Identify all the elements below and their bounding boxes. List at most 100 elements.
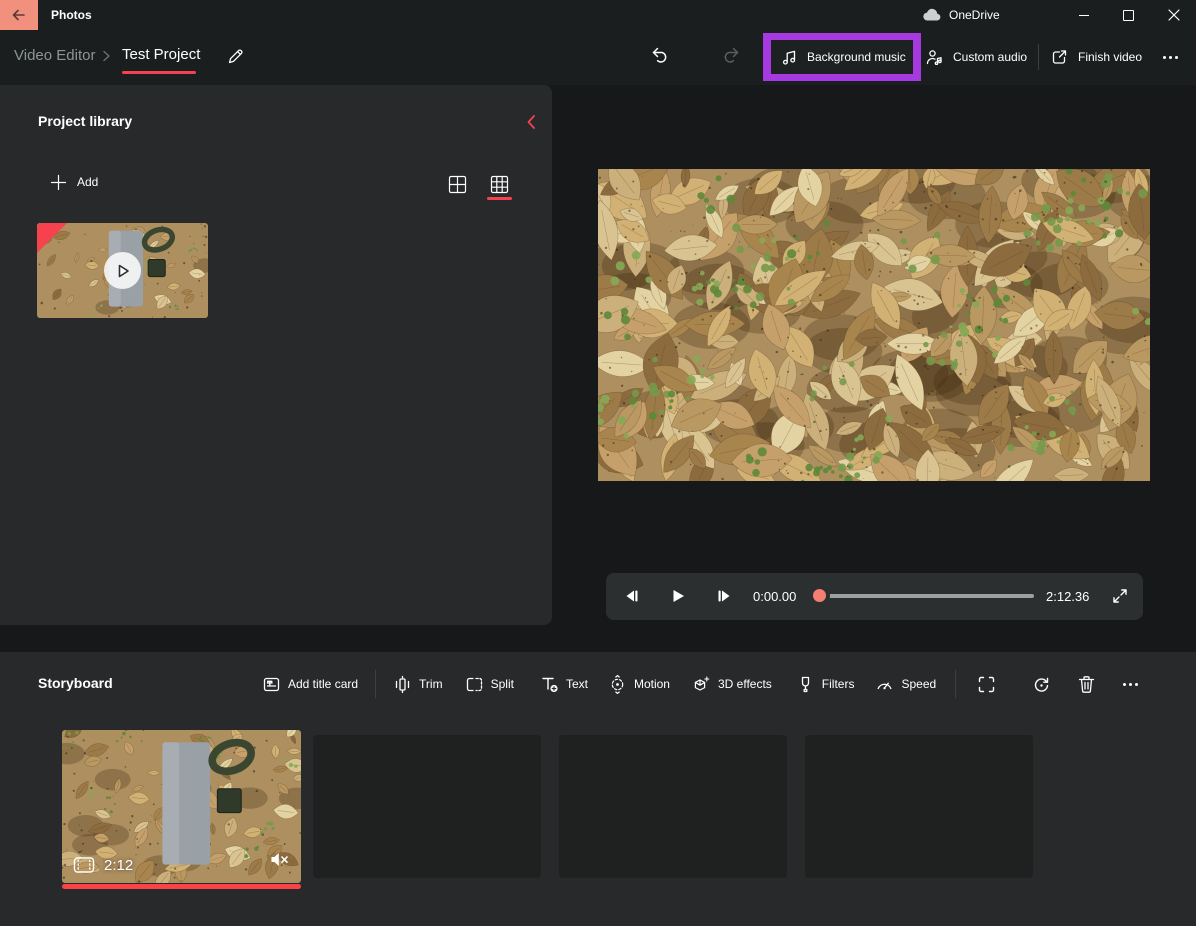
window-controls <box>1061 0 1196 30</box>
previous-frame-icon <box>626 590 638 602</box>
breadcrumb-project-name[interactable]: Test Project <box>122 46 200 63</box>
breadcrumb-video-editor[interactable]: Video Editor <box>14 47 95 64</box>
onedrive-label: OneDrive <box>949 8 1000 22</box>
next-frame-button[interactable] <box>710 582 738 610</box>
clip-mute-badge[interactable] <box>269 851 290 873</box>
filters-button[interactable]: Filters <box>796 675 855 694</box>
trim-button[interactable]: Trim <box>393 675 443 694</box>
split-label: Split <box>490 677 514 691</box>
finish-video-button[interactable]: Finish video <box>1050 41 1142 73</box>
speed-icon <box>878 682 892 689</box>
film-strip-icon <box>73 857 95 873</box>
project-name-underline <box>122 71 196 74</box>
play-icon <box>118 264 129 277</box>
filters-label: Filters <box>821 677 855 691</box>
project-library-title: Project library <box>38 113 133 129</box>
grid-2x2-icon <box>448 175 466 193</box>
text-label: Text <box>565 677 588 691</box>
close-icon <box>1167 9 1180 21</box>
trash-icon <box>1078 675 1094 693</box>
ellipsis-icon <box>1122 682 1138 686</box>
rotate-icon <box>1034 677 1048 692</box>
play-button[interactable] <box>664 582 692 610</box>
clip-duration: 2:12 <box>104 856 134 874</box>
person-music-icon <box>926 49 942 65</box>
cloud-icon <box>923 8 941 21</box>
current-time: 0:00.00 <box>753 589 797 604</box>
undo-button[interactable] <box>646 42 674 70</box>
speed-label: Speed <box>901 677 937 691</box>
video-preview[interactable] <box>598 169 1150 481</box>
add-media-button[interactable]: Add <box>50 167 98 197</box>
finish-video-label: Finish video <box>1078 50 1143 64</box>
3d-effects-label: 3D effects <box>717 677 772 691</box>
minimize-button[interactable] <box>1061 0 1106 30</box>
delete-button[interactable] <box>1072 670 1100 698</box>
library-video-thumbnail[interactable] <box>37 223 208 318</box>
3d-effects-button[interactable]: 3D effects <box>692 675 772 694</box>
title-bar: Photos OneDrive <box>0 0 1196 30</box>
storyboard-more-button[interactable] <box>1116 670 1144 698</box>
rename-project-button[interactable] <box>219 40 251 72</box>
music-note-icon <box>782 50 796 65</box>
grid-3x3-icon <box>490 175 508 193</box>
trim-label: Trim <box>419 677 443 691</box>
play-icon <box>673 590 684 602</box>
speed-button[interactable]: Speed <box>875 675 936 694</box>
clip-selected-indicator <box>62 884 301 889</box>
filters-icon <box>801 676 809 692</box>
text-icon <box>542 677 558 692</box>
add-title-card-label: Add title card <box>288 677 359 691</box>
collapse-panel-button[interactable] <box>518 109 544 135</box>
storyboard-empty-slot <box>559 735 787 878</box>
aspect-fit-button[interactable] <box>972 670 1000 698</box>
video-preview-frame <box>598 169 1150 481</box>
selected-view-underline <box>487 197 512 200</box>
storyboard-empty-slot <box>805 735 1033 878</box>
seek-track[interactable] <box>812 594 1034 598</box>
playback-controls: 0:00.00 2:12.36 <box>606 573 1143 620</box>
back-button[interactable] <box>0 0 38 30</box>
seek-handle[interactable] <box>809 585 830 606</box>
trim-icon <box>395 675 410 693</box>
rotate-button[interactable] <box>1027 670 1055 698</box>
storyboard-clip[interactable]: 2:12 <box>62 730 301 883</box>
pencil-icon <box>228 48 243 63</box>
export-icon <box>1052 49 1067 64</box>
storyboard-toolbar: Add title card Trim Split Text Motion 3D… <box>262 666 1144 702</box>
background-music-button[interactable]: Background music <box>771 40 913 74</box>
close-button[interactable] <box>1151 0 1196 30</box>
app-title: Photos <box>51 8 92 22</box>
3d-effects-icon <box>694 675 710 691</box>
play-overlay-button[interactable] <box>104 252 141 289</box>
project-library-panel: Project library Add <box>0 85 552 625</box>
motion-button[interactable]: Motion <box>608 674 670 694</box>
redo-icon <box>724 47 739 63</box>
add-title-card-button[interactable]: Add title card <box>262 675 358 694</box>
custom-audio-button[interactable]: Custom audio <box>925 41 1027 73</box>
onedrive-status[interactable]: OneDrive <box>922 0 1000 30</box>
maximize-icon <box>1123 9 1134 21</box>
aspect-fit-icon <box>978 676 994 692</box>
title-card-icon <box>263 677 280 691</box>
add-label: Add <box>77 175 99 189</box>
large-grid-view-button[interactable] <box>442 169 472 199</box>
back-arrow-icon <box>12 9 25 21</box>
more-options-button[interactable] <box>1153 41 1187 73</box>
redo-button[interactable] <box>717 42 745 70</box>
split-icon <box>466 677 482 691</box>
small-grid-view-button[interactable] <box>484 169 514 199</box>
plus-icon <box>50 174 67 190</box>
split-button[interactable]: Split <box>465 675 514 694</box>
text-button[interactable]: Text <box>540 675 588 694</box>
storyboard-divider <box>375 670 377 698</box>
toolbar-divider <box>1038 44 1039 70</box>
previous-frame-button[interactable] <box>618 582 646 610</box>
motion-label: Motion <box>633 677 670 691</box>
total-duration: 2:12.36 <box>1046 589 1090 604</box>
speaker-muted-icon <box>271 853 288 866</box>
photos-video-editor-window: Photos OneDrive Video Editor Test Projec… <box>0 0 1196 926</box>
storyboard-title: Storyboard <box>38 675 113 691</box>
maximize-button[interactable] <box>1106 0 1151 30</box>
fullscreen-button[interactable] <box>1106 582 1134 610</box>
